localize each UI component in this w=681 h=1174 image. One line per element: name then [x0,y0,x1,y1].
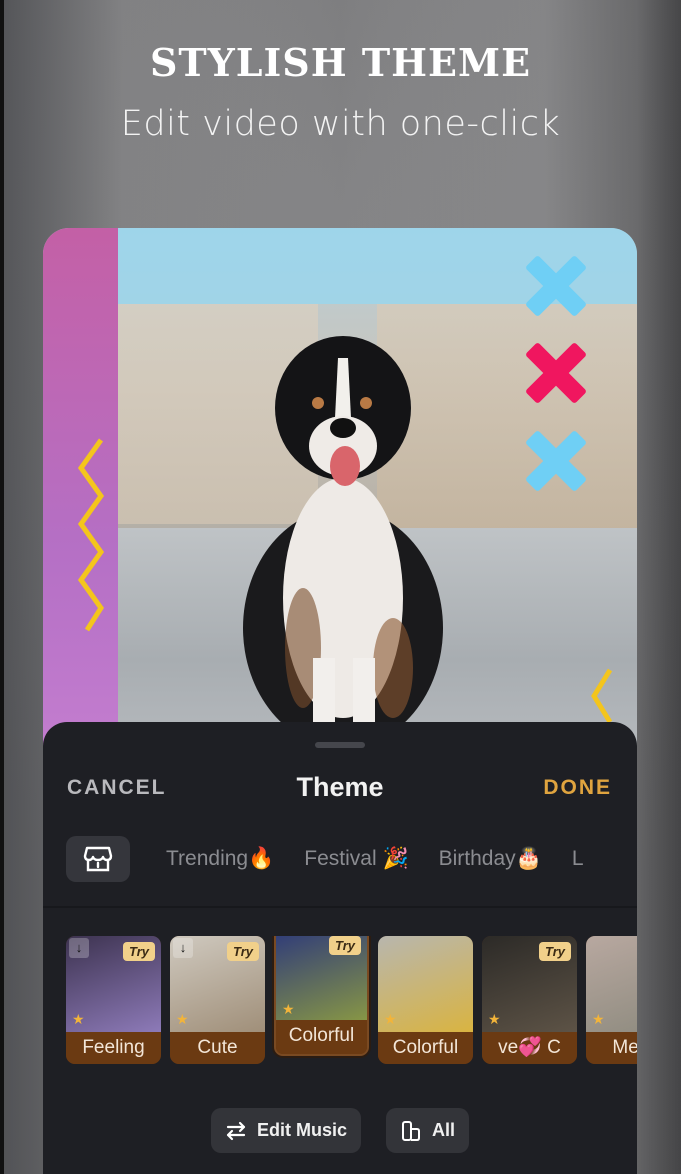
star-icon: ★ [592,1011,605,1027]
edit-music-button[interactable]: Edit Music [210,1108,361,1153]
promo-subline: Edit video with one-click [120,104,561,144]
action-bar: Edit Music All [43,1108,637,1153]
tab-birthday[interactable]: Birthday🎂 [439,847,542,871]
tab-label: Trending [166,847,249,870]
tab-truncated[interactable]: L [572,847,584,871]
zigzag-left-decoration [77,438,105,632]
cake-icon: 🎂 [515,847,542,870]
right-edge-shade [637,0,681,1174]
download-icon[interactable]: ↓ [173,938,193,958]
tab-trending[interactable]: Trending🔥 [166,847,274,871]
theme-card-label: ve💞 C [482,1032,577,1064]
theme-card[interactable]: ↓ Try ★ Cute [170,936,265,1064]
theme-card-label: Cute [170,1032,265,1064]
dog-image [243,336,443,748]
theme-sheet: CANCEL Theme DONE Trending🔥 Festival 🎉 B… [43,722,637,1174]
star-icon: ★ [384,1011,397,1027]
theme-card[interactable]: Try ★ Colorful [274,936,369,1056]
theme-card[interactable]: ★ Mem [586,936,637,1064]
x-mark-pink [525,342,587,404]
try-badge: Try [123,942,155,961]
edit-music-label: Edit Music [256,1120,347,1140]
all-button[interactable]: All [386,1108,470,1153]
x-mark-blue-bottom [525,430,587,492]
theme-card[interactable]: ↓ Try ★ Feeling [66,936,161,1064]
theme-card[interactable]: Try ★ ve💞 C [482,936,577,1064]
video-preview[interactable] [43,228,637,748]
left-edge [0,0,4,1174]
star-icon: ★ [176,1011,189,1027]
theme-card-label: Colorful [378,1032,473,1064]
all-label: All [432,1120,456,1140]
theme-card[interactable]: ★ Colorful [378,936,473,1064]
promo-headline: STYLISH THEME [149,40,532,85]
tab-festival[interactable]: Festival 🎉 [304,847,408,871]
store-icon [83,846,113,872]
store-button[interactable] [66,836,130,882]
try-badge: Try [539,942,571,961]
fire-icon: 🔥 [248,847,275,870]
done-button[interactable]: DONE [543,776,612,800]
sheet-grabber[interactable] [315,742,365,748]
star-icon: ★ [282,1001,295,1017]
divider [43,906,637,908]
theme-card-label: Feeling [66,1032,161,1064]
try-badge: Try [329,936,361,955]
theme-card-list: ↓ Try ★ Feeling ↓ Try ★ Cute Try ★ Colorful ★ Colorf… [66,936,637,1066]
tab-label: Birthday [438,847,516,870]
x-mark-blue-top [525,255,587,317]
party-popper-icon: 🎉 [382,847,409,870]
tab-label: L [571,847,584,870]
download-icon[interactable]: ↓ [69,938,89,958]
star-icon: ★ [72,1011,85,1027]
theme-category-tabs: Trending🔥 Festival 🎉 Birthday🎂 L [66,836,637,882]
theme-card-label: Mem [586,1032,637,1064]
try-badge: Try [227,942,259,961]
layout-icon [402,1120,420,1141]
tab-label: Festival [304,847,377,870]
swap-icon [226,1121,246,1140]
star-icon: ★ [488,1011,501,1027]
theme-card-label: Colorful [276,1020,367,1054]
